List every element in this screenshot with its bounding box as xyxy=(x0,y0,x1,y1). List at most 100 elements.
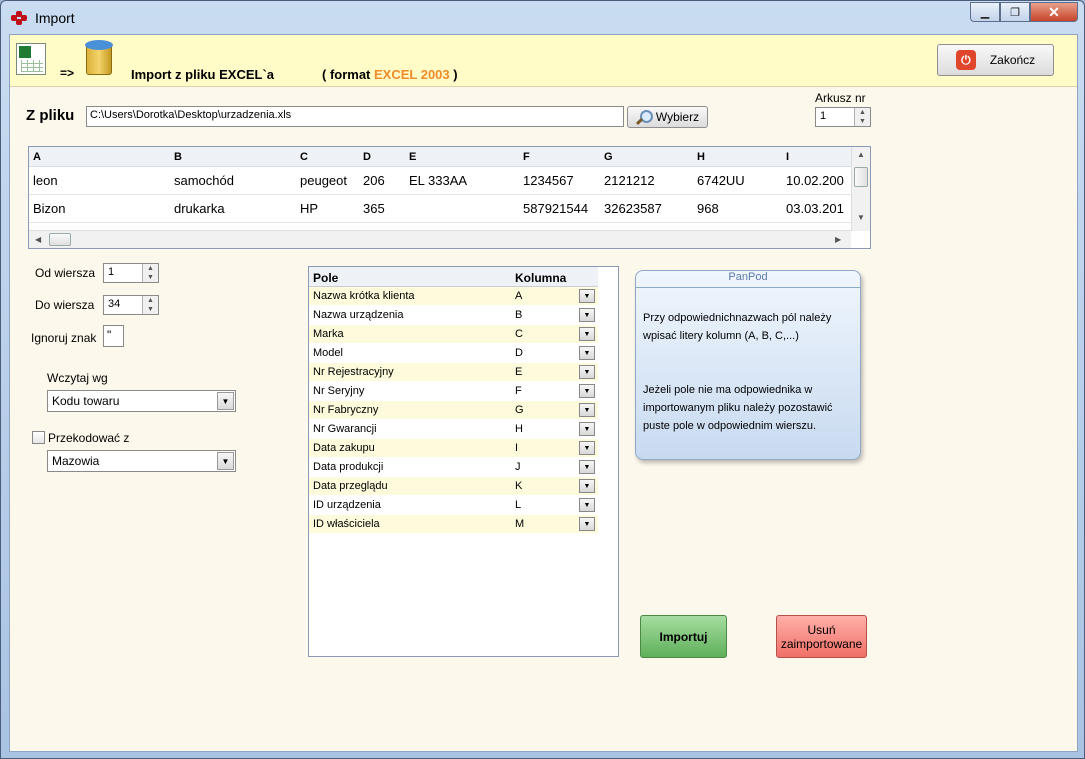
grid-cell: 6742UU xyxy=(697,173,745,188)
mapping-column-value[interactable]: B xyxy=(515,309,522,321)
field-mapping-table[interactable]: Pole Kolumna Nazwa krótka klienta A ▼ Nazw… xyxy=(308,266,619,657)
from-row-stepper[interactable]: 1 ▲ ▼ xyxy=(103,263,159,283)
header-bar: => Import z pliku EXCEL`a ( format EXCEL… xyxy=(10,35,1077,87)
chevron-down-icon[interactable]: ▼ xyxy=(579,441,595,455)
mapping-column-value[interactable]: D xyxy=(515,347,523,359)
chevron-down-icon[interactable]: ▼ xyxy=(579,460,595,474)
to-row-stepper-arrows[interactable]: ▲ ▼ xyxy=(142,296,158,314)
grid-horizontal-scrollbar[interactable]: ◀ ▶ xyxy=(29,230,851,248)
arrow-down-icon[interactable]: ▼ xyxy=(143,305,158,314)
info-panel: PanPod Przy odpowiednichnazwach pól nale… xyxy=(635,270,861,460)
chevron-down-icon[interactable]: ▼ xyxy=(579,384,595,398)
to-row-stepper[interactable]: 34 ▲ ▼ xyxy=(103,295,159,315)
scroll-left-icon[interactable]: ◀ xyxy=(35,235,41,244)
arrow-up-icon[interactable]: ▲ xyxy=(855,108,870,117)
arrow-down-icon[interactable]: ▼ xyxy=(143,273,158,282)
app-logo-icon xyxy=(11,11,27,25)
chevron-down-icon[interactable]: ▼ xyxy=(217,452,234,470)
from-row-stepper-arrows[interactable]: ▲ ▼ xyxy=(142,264,158,282)
ignore-char-input[interactable]: " xyxy=(103,325,124,347)
mapping-field: Marka xyxy=(313,328,344,340)
mapping-row[interactable]: Nr Fabryczny G ▼ xyxy=(309,401,598,420)
scroll-right-icon[interactable]: ▶ xyxy=(835,235,841,244)
mapping-row[interactable]: Model D ▼ xyxy=(309,344,598,363)
header-format: ( format EXCEL 2003 ) xyxy=(322,67,458,82)
mapping-column-value[interactable]: H xyxy=(515,423,523,435)
close-button[interactable]: ✕ xyxy=(1030,2,1078,22)
scroll-up-icon[interactable]: ▲ xyxy=(857,150,865,159)
chevron-down-icon[interactable]: ▼ xyxy=(579,517,595,531)
sheet-stepper-arrows[interactable]: ▲ ▼ xyxy=(854,108,870,126)
mapping-row[interactable]: Nr Seryjny F ▼ xyxy=(309,382,598,401)
mapping-header-field: Pole xyxy=(313,271,339,285)
chevron-down-icon[interactable]: ▼ xyxy=(579,498,595,512)
load-by-select[interactable]: Kodu towaru ▼ xyxy=(47,390,236,412)
grid-col-header: H xyxy=(697,151,705,163)
mapping-column-value[interactable]: J xyxy=(515,461,521,473)
mapping-column-value[interactable]: C xyxy=(515,328,523,340)
recode-select[interactable]: Mazowia ▼ xyxy=(47,450,236,472)
mapping-column-value[interactable]: A xyxy=(515,290,522,302)
recode-checkbox[interactable] xyxy=(32,431,45,444)
grid-vertical-scrollbar[interactable]: ▲ ▼ xyxy=(851,147,870,231)
mapping-row[interactable]: Marka C ▼ xyxy=(309,325,598,344)
grid-row[interactable]: Bizon drukarka HP 365 587921544 32623587… xyxy=(29,195,851,223)
end-button[interactable]: ⏻ Zakończ xyxy=(937,44,1054,76)
chevron-down-icon[interactable]: ▼ xyxy=(579,289,595,303)
file-path-input[interactable]: C:\Users\Dorotka\Desktop\urzadzenia.xls xyxy=(86,106,624,127)
window-title: Import xyxy=(35,10,75,26)
mapping-row[interactable]: Data produkcji J ▼ xyxy=(309,458,598,477)
grid-vertical-thumb[interactable] xyxy=(854,167,868,187)
chevron-down-icon[interactable]: ▼ xyxy=(579,422,595,436)
delete-imported-button[interactable]: Usuń zaimportowane xyxy=(776,615,867,658)
mapping-row[interactable]: Nazwa krótka klienta A ▼ xyxy=(309,287,598,306)
import-button[interactable]: Importuj xyxy=(640,615,727,658)
chevron-down-icon[interactable]: ▼ xyxy=(579,479,595,493)
import-window: Import ▁ ❐ ✕ => Import z pliku EXCEL`a (… xyxy=(0,0,1085,759)
arrow-down-icon[interactable]: ▼ xyxy=(855,117,870,126)
mapping-field: ID urządzenia xyxy=(313,499,381,511)
mapping-row[interactable]: ID właściciela M ▼ xyxy=(309,515,598,534)
chevron-down-icon[interactable]: ▼ xyxy=(217,392,234,410)
mapping-column-value[interactable]: I xyxy=(515,442,518,454)
mapping-row[interactable]: Nr Gwarancji H ▼ xyxy=(309,420,598,439)
chevron-down-icon[interactable]: ▼ xyxy=(579,327,595,341)
scroll-down-icon[interactable]: ▼ xyxy=(857,213,865,222)
mapping-row[interactable]: Nazwa urządzenia B ▼ xyxy=(309,306,598,325)
power-icon: ⏻ xyxy=(955,50,976,70)
arrow-up-icon[interactable]: ▲ xyxy=(143,296,158,305)
excel-preview-grid[interactable]: A B C D E F G H I leon samochód peugeot … xyxy=(28,146,871,249)
grid-col-header: C xyxy=(300,151,308,163)
arrow-up-icon[interactable]: ▲ xyxy=(143,264,158,273)
chevron-down-icon[interactable]: ▼ xyxy=(579,346,595,360)
mapping-row[interactable]: ID urządzenia L ▼ xyxy=(309,496,598,515)
mapping-column-value[interactable]: E xyxy=(515,366,522,378)
file-label: Z pliku xyxy=(26,107,75,124)
grid-cell: Bizon xyxy=(33,201,66,216)
chevron-down-icon[interactable]: ▼ xyxy=(579,365,595,379)
mapping-row[interactable]: Nr Rejestracyjny E ▼ xyxy=(309,363,598,382)
mapping-column-value[interactable]: G xyxy=(515,404,524,416)
format-prefix: ( format xyxy=(322,67,374,82)
mapping-column-value[interactable]: M xyxy=(515,518,524,530)
grid-cell: 10.02.200 xyxy=(786,173,844,188)
minimize-button[interactable]: ▁ xyxy=(970,2,1000,22)
mapping-column-value[interactable]: L xyxy=(515,499,521,511)
mapping-row[interactable]: Data zakupu I ▼ xyxy=(309,439,598,458)
chevron-down-icon[interactable]: ▼ xyxy=(579,308,595,322)
mapping-row[interactable]: Data przeglądu K ▼ xyxy=(309,477,598,496)
grid-row[interactable]: leon samochód peugeot 206 EL 333AA 12345… xyxy=(29,167,851,195)
recode-label: Przekodować z xyxy=(48,431,130,445)
chevron-down-icon[interactable]: ▼ xyxy=(579,403,595,417)
mapping-column-value[interactable]: K xyxy=(515,480,522,492)
sheet-stepper[interactable]: 1 ▲ ▼ xyxy=(815,107,871,127)
magnifier-icon xyxy=(636,109,653,125)
recode-value: Mazowia xyxy=(52,454,100,468)
maximize-button[interactable]: ❐ xyxy=(1000,2,1030,22)
title-bar[interactable]: Import ▁ ❐ ✕ xyxy=(1,1,1084,35)
mapping-column-value[interactable]: F xyxy=(515,385,522,397)
import-button-label: Importuj xyxy=(659,629,708,644)
browse-button[interactable]: Wybierz xyxy=(627,106,708,128)
grid-cell: leon xyxy=(33,173,58,188)
grid-horizontal-thumb[interactable] xyxy=(49,233,71,246)
